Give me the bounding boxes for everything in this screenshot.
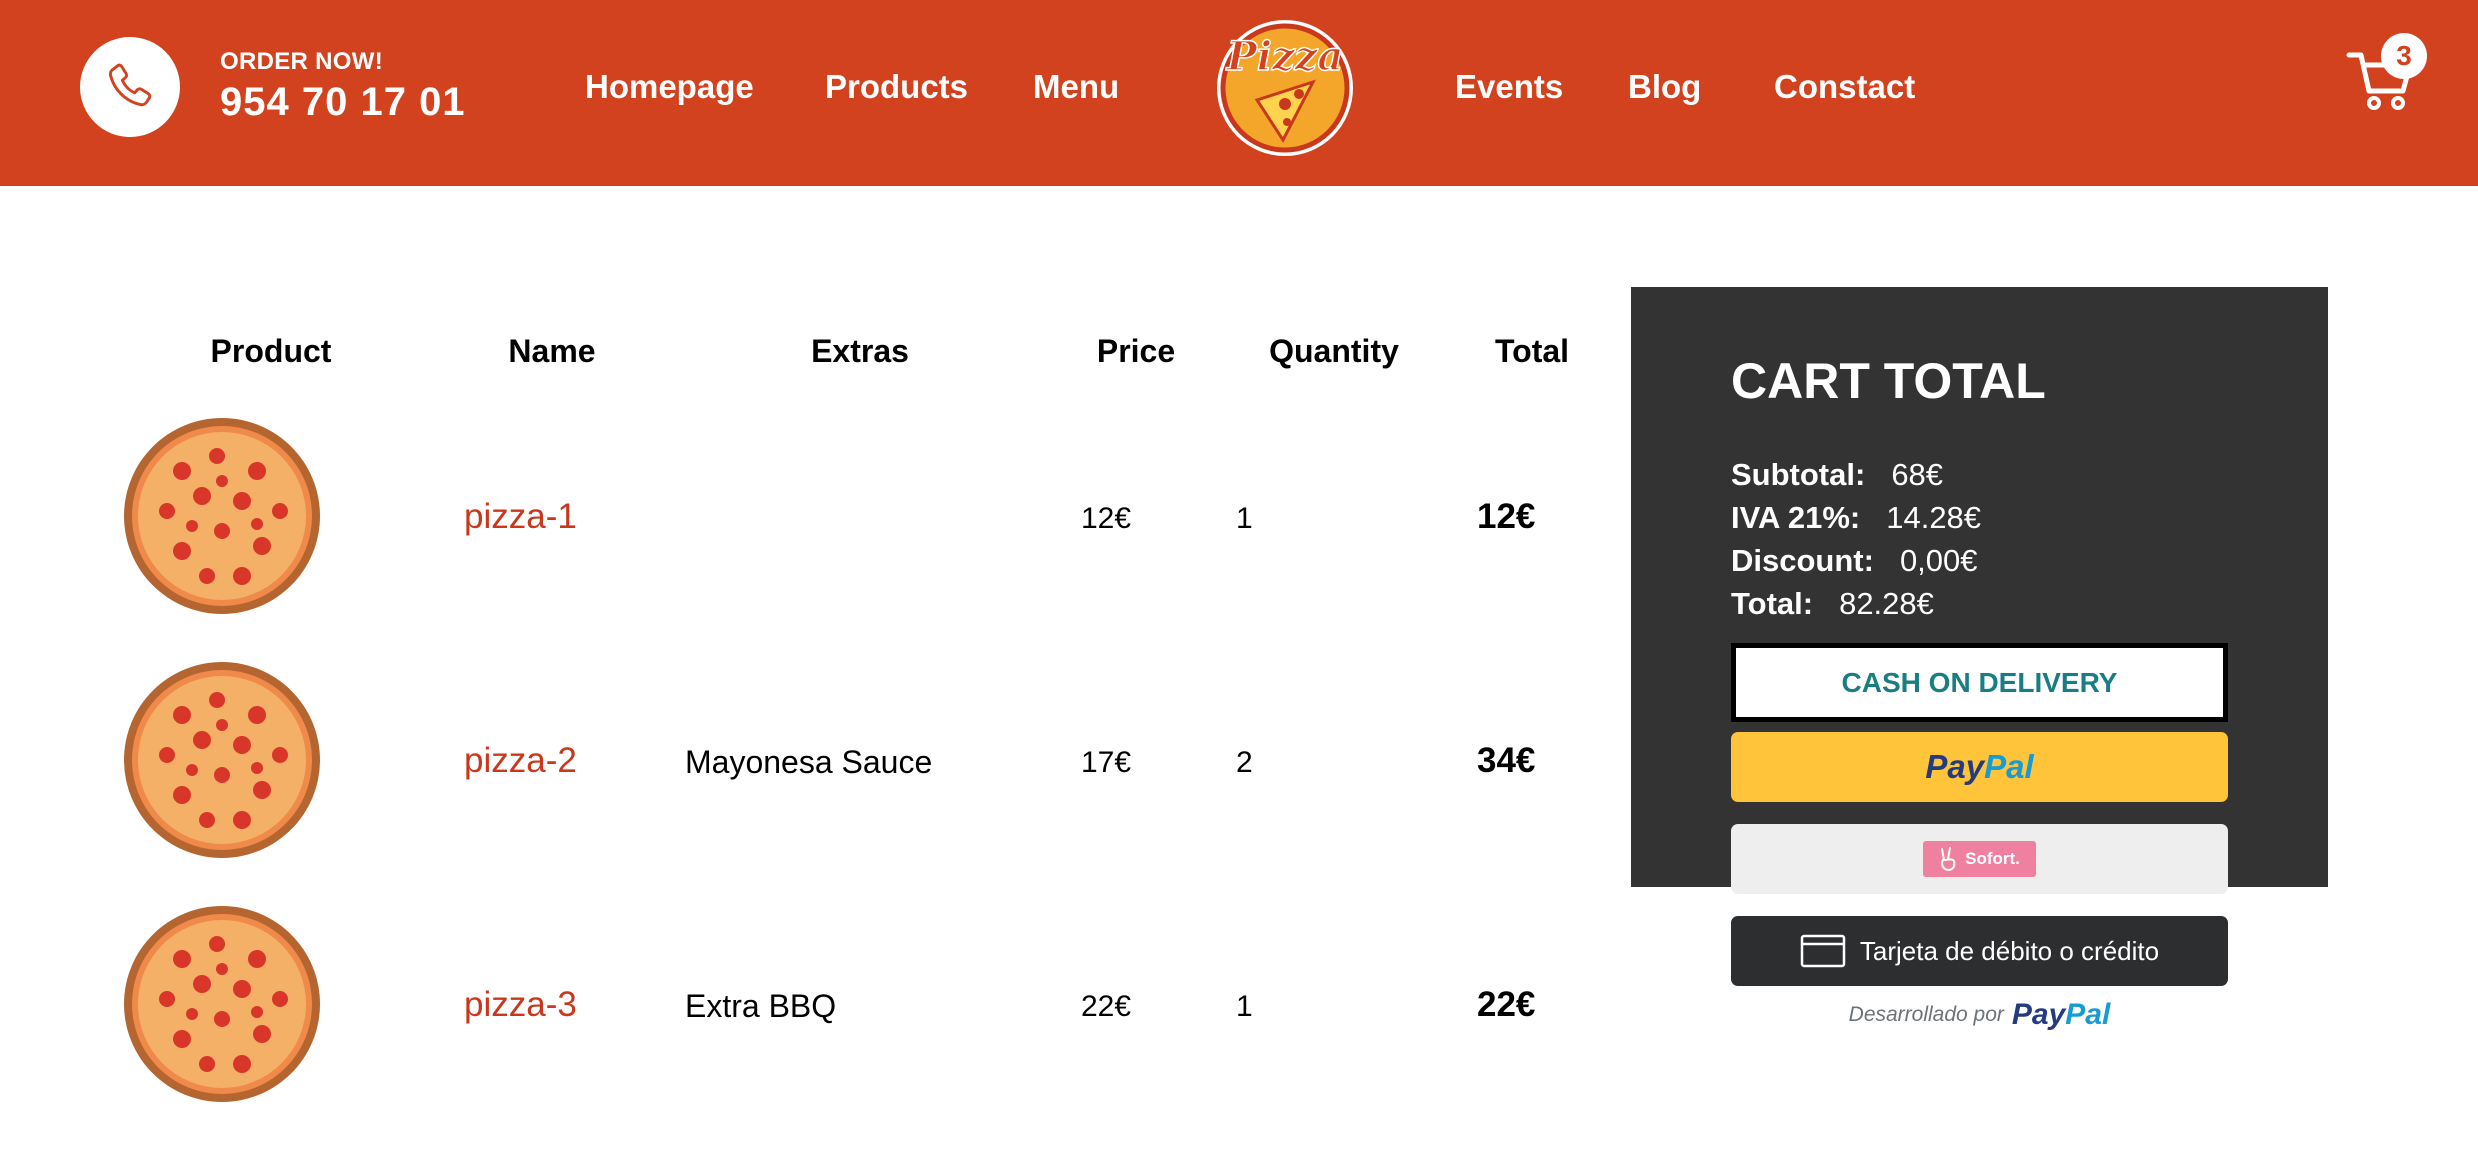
logo-text: Pizza [1226, 33, 1344, 80]
product-quantity: 1 [1236, 990, 1253, 1023]
powered-by-paypal: Desarrollado por PayPal [1731, 998, 2228, 1032]
product-price: 12€ [1081, 502, 1132, 535]
product-extras: Mayonesa Sauce [685, 744, 933, 780]
cart-count-badge: 3 [2381, 33, 2427, 79]
nav-events[interactable]: Events [1455, 68, 1563, 106]
phone-button[interactable] [80, 37, 180, 137]
nav-contact[interactable]: Constact [1774, 68, 1915, 106]
product-name-link[interactable]: pizza-2 [464, 741, 577, 781]
credit-card-icon [1800, 934, 1846, 968]
product-name-link[interactable]: pizza-1 [464, 497, 577, 537]
order-now-label: ORDER NOW! [220, 48, 383, 75]
total-row: Total: 82.28€ [1731, 586, 1934, 622]
sofort-logo: Sofort. [1923, 841, 2036, 877]
sofort-button[interactable]: Sofort. [1731, 824, 2228, 894]
pizza-image [124, 418, 320, 614]
card-payment-button[interactable]: Tarjeta de débito o crédito [1731, 916, 2228, 986]
product-name-link[interactable]: pizza-3 [464, 985, 577, 1025]
product-price: 17€ [1081, 746, 1132, 779]
col-header-name: Name [508, 333, 596, 369]
col-header-total: Total [1494, 333, 1570, 369]
paypal-logo: PayPal [1925, 748, 2034, 785]
product-total: 34€ [1477, 741, 1536, 780]
nav-menu[interactable]: Menu [1033, 68, 1119, 106]
nav-homepage[interactable]: Homepage [585, 68, 754, 106]
card-button-label: Tarjeta de débito o crédito [1859, 935, 2160, 966]
col-header-product: Product [210, 333, 332, 369]
col-header-quantity: Quantity [1269, 333, 1399, 369]
discount-label: Discount: [1731, 543, 1874, 578]
paypal-button[interactable]: PayPal [1731, 732, 2228, 802]
site-header: ORDER NOW! 954 70 17 01 Homepage Product… [0, 0, 2478, 186]
nav-blog[interactable]: Blog [1628, 68, 1701, 106]
paypal-logo: PayPal [2011, 998, 2111, 1031]
cash-on-delivery-button[interactable]: CASH ON DELIVERY [1731, 643, 2228, 722]
cart-total-title: CART TOTAL [1731, 353, 2046, 409]
peace-hand-icon [1941, 847, 1956, 872]
phone-icon [108, 63, 152, 107]
col-header-extras: Extras [811, 333, 909, 369]
product-total: 22€ [1477, 985, 1536, 1024]
product-quantity: 1 [1236, 502, 1253, 535]
order-phone-number[interactable]: 954 70 17 01 [220, 80, 466, 125]
iva-value: 14.28€ [1886, 500, 1982, 535]
nav-products[interactable]: Products [825, 68, 968, 106]
total-value: 82.28€ [1839, 586, 1934, 621]
col-header-price: Price [1096, 333, 1176, 369]
iva-row: IVA 21%: 14.28€ [1731, 500, 1981, 536]
subtotal-label: Subtotal: [1731, 457, 1866, 492]
discount-row: Discount: 0,00€ [1731, 543, 1978, 579]
pizza-image [124, 906, 320, 1102]
product-price: 22€ [1081, 990, 1132, 1023]
product-quantity: 2 [1236, 746, 1253, 779]
product-total: 12€ [1477, 497, 1536, 536]
pizza-image [124, 662, 320, 858]
subtotal-row: Subtotal: 68€ [1731, 457, 1943, 493]
pizza-logo[interactable]: Pizza [1213, 12, 1357, 160]
total-label: Total: [1731, 586, 1814, 621]
product-extras: Extra BBQ [685, 988, 837, 1024]
iva-label: IVA 21%: [1731, 500, 1861, 535]
powered-by-text: Desarrollado por [1848, 1003, 2004, 1026]
subtotal-value: 68€ [1891, 457, 1944, 492]
discount-value: 0,00€ [1899, 543, 1978, 578]
